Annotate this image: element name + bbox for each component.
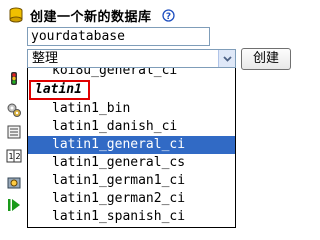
numbers-icon[interactable]: 1 2 <box>6 148 22 164</box>
list-item[interactable]: latin1_german1_ci <box>28 172 235 190</box>
list-icon[interactable] <box>6 124 22 140</box>
list-item-selected[interactable]: latin1_general_ci <box>28 136 235 154</box>
page-title: 创建一个新的数据库 <box>30 9 152 25</box>
svg-text:1: 1 <box>9 152 14 161</box>
database-name-input[interactable] <box>27 27 210 46</box>
list-item[interactable]: latin1_spanish_ci <box>28 208 235 226</box>
list-item-partial[interactable]: koi8u_general_ci <box>28 68 235 80</box>
collation-dropdown-list[interactable]: koi8u_general_ci latin1 latin1_bin latin… <box>27 68 236 228</box>
traffic-light-icon[interactable] <box>6 71 22 87</box>
create-db-header: 创建一个新的数据库 ? <box>8 6 175 25</box>
list-item[interactable]: latin1_danish_ci <box>28 118 235 136</box>
db-icon <box>9 7 23 23</box>
process-icon[interactable] <box>6 175 22 191</box>
gears-icon[interactable] <box>6 102 22 118</box>
collation-select-value: 整理 <box>32 51 59 66</box>
svg-text:?: ? <box>165 11 170 21</box>
list-item[interactable]: latin1_general_cs <box>28 154 235 172</box>
collation-select[interactable]: 整理 <box>27 49 236 68</box>
list-item[interactable]: latin1_german2_ci <box>28 190 235 208</box>
svg-text:2: 2 <box>16 152 21 161</box>
create-button[interactable]: 创建 <box>241 48 291 70</box>
sidebar-icons: 1 2 <box>0 0 26 223</box>
help-icon[interactable]: ? <box>161 8 175 22</box>
chevron-down-icon[interactable] <box>218 50 235 67</box>
optgroup-label-latin1: latin1 <box>29 80 90 100</box>
play-icon[interactable] <box>6 197 22 213</box>
list-item[interactable]: latin1_bin <box>28 100 235 118</box>
